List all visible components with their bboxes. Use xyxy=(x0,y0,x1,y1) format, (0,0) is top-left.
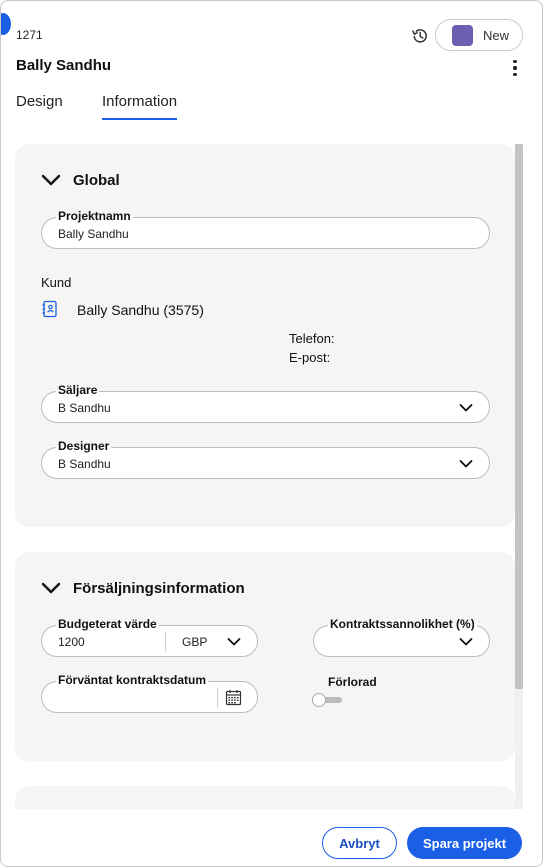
history-button[interactable] xyxy=(409,25,431,47)
new-button-label: New xyxy=(483,27,510,43)
email-label: E-post: xyxy=(289,350,331,365)
seller-label: Säljare xyxy=(56,383,100,397)
calendar-icon[interactable] xyxy=(225,689,242,706)
chevron-down-icon xyxy=(41,174,61,185)
seller-select[interactable]: Säljare B Sandhu xyxy=(41,383,490,423)
project-name-field[interactable]: Projektnamn Bally Sandhu xyxy=(41,209,490,249)
chevron-down-icon xyxy=(459,638,473,646)
tab-design[interactable]: Design xyxy=(16,93,63,118)
expected-date-field[interactable]: Förväntat kontraktsdatum xyxy=(41,673,258,713)
form-scroll-area: Global Projektnamn Bally Sandhu Kund Bal… xyxy=(15,144,515,809)
more-dot-icon xyxy=(513,66,517,70)
chevron-down-icon[interactable] xyxy=(227,635,241,649)
contract-probability-select[interactable]: Kontraktssannolikhet (%) xyxy=(313,617,490,657)
budget-field[interactable]: Budgeterat värde 1200 GBP xyxy=(41,617,258,657)
next-section-card xyxy=(15,786,515,809)
scrollbar-thumb[interactable] xyxy=(515,144,523,689)
designer-value: B Sandhu xyxy=(58,457,111,471)
global-section-title: Global xyxy=(73,172,120,189)
contact-book-icon[interactable] xyxy=(41,300,59,318)
currency-value[interactable]: GBP xyxy=(182,635,207,649)
budget-label: Budgeterat värde xyxy=(56,617,159,631)
global-section: Global Projektnamn Bally Sandhu Kund Bal… xyxy=(15,144,515,527)
more-dot-icon xyxy=(513,72,517,77)
budget-divider xyxy=(165,632,166,652)
collapse-handle[interactable] xyxy=(1,13,11,35)
customer-label: Kund xyxy=(41,275,72,290)
footer-bar: Avbryt Spara projekt xyxy=(1,809,542,866)
chevron-down-icon xyxy=(41,582,61,593)
sales-info-section: Försäljningsinformation Budgeterat värde… xyxy=(15,552,515,761)
new-color-swatch xyxy=(452,24,473,46)
contract-probability-label: Kontraktssannolikhet (%) xyxy=(328,617,477,631)
date-divider xyxy=(217,688,218,708)
more-options-button[interactable] xyxy=(507,57,523,79)
save-project-button[interactable]: Spara projekt xyxy=(407,827,522,859)
more-dot-icon xyxy=(513,59,517,64)
expected-date-label: Förväntat kontraktsdatum xyxy=(56,673,209,687)
lost-label: Förlorad xyxy=(328,675,377,689)
designer-label: Designer xyxy=(56,439,112,453)
history-icon xyxy=(411,29,427,43)
designer-select[interactable]: Designer B Sandhu xyxy=(41,439,490,479)
seller-value: B Sandhu xyxy=(58,401,111,415)
chevron-down-icon xyxy=(459,460,473,468)
new-button[interactable]: New xyxy=(435,19,523,51)
phone-label: Telefon: xyxy=(289,331,335,346)
budget-value: 1200 xyxy=(58,635,85,649)
project-name-label: Projektnamn xyxy=(56,209,133,223)
project-title: Bally Sandhu xyxy=(16,57,112,74)
tab-information[interactable]: Information xyxy=(102,93,178,120)
lost-toggle[interactable] xyxy=(312,693,344,707)
project-id: 1271 xyxy=(16,28,43,42)
global-section-toggle[interactable]: Global xyxy=(41,172,120,189)
project-panel: 1271 Bally Sandhu New Design Information… xyxy=(0,0,543,867)
chevron-down-icon xyxy=(459,404,473,412)
scrollbar[interactable] xyxy=(515,144,523,809)
project-name-value: Bally Sandhu xyxy=(58,227,129,241)
customer-name[interactable]: Bally Sandhu (3575) xyxy=(77,302,204,318)
lost-toggle-knob xyxy=(312,693,326,707)
sales-section-toggle[interactable]: Försäljningsinformation xyxy=(41,580,245,597)
sales-section-title: Försäljningsinformation xyxy=(73,580,245,597)
cancel-button[interactable]: Avbryt xyxy=(322,827,397,859)
